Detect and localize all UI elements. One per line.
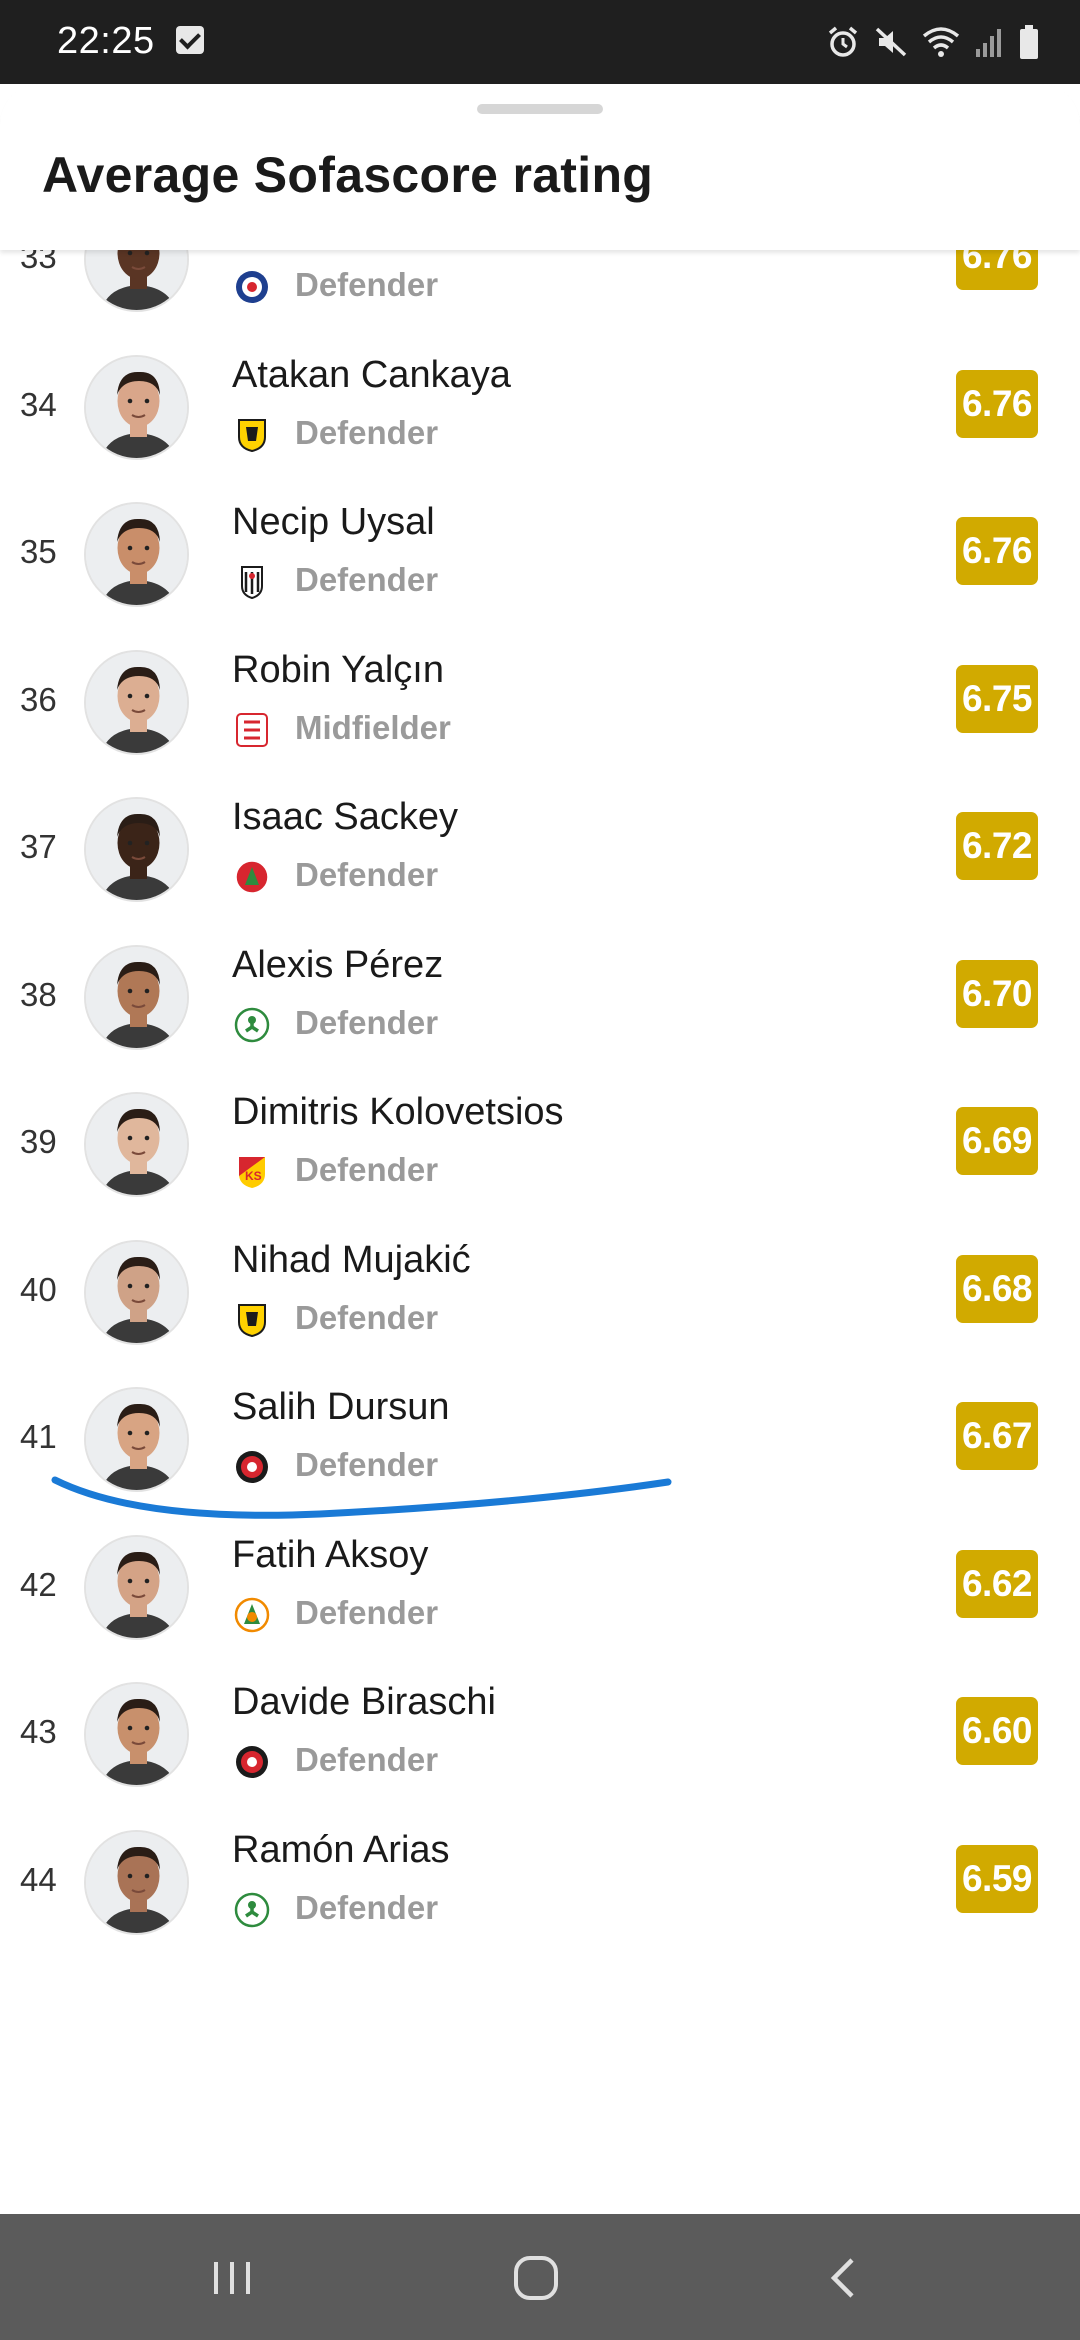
rating-badge: 6.68 bbox=[956, 1254, 1038, 1323]
rating-badge: 6.59 bbox=[956, 1844, 1038, 1913]
alarm-icon bbox=[828, 26, 858, 57]
player-position: Defender bbox=[295, 1151, 439, 1188]
besiktas-logo-icon bbox=[234, 564, 270, 600]
ankaragucu-logo-icon bbox=[234, 1302, 270, 1338]
player-position: Defender bbox=[295, 561, 439, 598]
home-icon[interactable] bbox=[506, 2250, 566, 2306]
drag-handle[interactable] bbox=[477, 104, 603, 114]
karagumruk-logo-icon bbox=[234, 1449, 270, 1485]
player-name: Salih Dursun bbox=[232, 1386, 450, 1428]
rating-badge: 6.72 bbox=[956, 812, 1038, 880]
player-name: Atakan Cankaya bbox=[232, 353, 511, 396]
player-position: Defender bbox=[295, 1741, 439, 1778]
giresunspor-logo-icon bbox=[234, 1007, 270, 1043]
player-position: Defender bbox=[295, 1446, 439, 1483]
rating-badge: 6.76 bbox=[956, 369, 1038, 438]
player-rank: 35 bbox=[20, 533, 57, 570]
rating-badge: 6.60 bbox=[956, 1697, 1038, 1765]
player-rank: 36 bbox=[20, 680, 57, 718]
player-rank: 34 bbox=[20, 385, 57, 423]
player-name: Isaac Sackey bbox=[232, 796, 458, 838]
player-rank: 41 bbox=[20, 1418, 57, 1455]
player-rank: 42 bbox=[20, 1565, 57, 1603]
player-position: Defender bbox=[295, 413, 439, 451]
player-name: Alexis Pérez bbox=[232, 943, 444, 986]
battery-icon bbox=[1020, 25, 1038, 59]
player-name: Robin Yalçın bbox=[232, 648, 444, 691]
kasimpasa-logo-icon bbox=[234, 269, 270, 305]
player-rank: 44 bbox=[20, 1860, 57, 1898]
giresunspor-logo-icon bbox=[234, 1892, 270, 1928]
rating-badge: 6.75 bbox=[956, 664, 1038, 733]
mute-icon bbox=[875, 27, 907, 57]
signal-icon bbox=[976, 29, 1001, 57]
player-position: Defender bbox=[295, 856, 439, 893]
player-rank: 40 bbox=[20, 1270, 57, 1308]
player-name: Davide Biraschi bbox=[232, 1681, 496, 1723]
karagumruk-logo-icon bbox=[234, 1744, 270, 1780]
player-row[interactable]: 41 Salih Dursun Defender 6.67 bbox=[0, 1366, 1080, 1513]
player-avatar bbox=[84, 502, 189, 607]
player-position: Defender bbox=[295, 266, 439, 303]
player-row[interactable]: 42 Fatih Aksoy Defender 6.62 bbox=[0, 1514, 1080, 1661]
player-name: Dimitris Kolovetsios bbox=[232, 1091, 564, 1133]
player-row[interactable]: 40 Nihad Mujakić Defender 6.68 bbox=[0, 1219, 1080, 1366]
player-row[interactable]: 38 Alexis Pérez Defender 6.70 bbox=[0, 924, 1080, 1071]
wifi-icon bbox=[922, 27, 960, 57]
player-avatar bbox=[84, 354, 189, 460]
kayserispor-logo-icon: KS bbox=[234, 1154, 270, 1190]
player-row[interactable]: 35 Necip Uysal Defender 6.76 bbox=[0, 481, 1080, 628]
sheet-header: Average Sofascore rating bbox=[0, 84, 1080, 250]
svg-text:KS: KS bbox=[245, 1169, 262, 1183]
player-name: Fatih Aksoy bbox=[232, 1533, 429, 1576]
ankaragucu-logo-icon bbox=[234, 417, 270, 453]
umraniyespor-logo-icon bbox=[234, 859, 270, 895]
player-avatar bbox=[84, 1682, 189, 1787]
player-row[interactable]: 37 Isaac Sackey Defender 6.72 bbox=[0, 776, 1080, 923]
status-bar: 22:25 bbox=[0, 0, 1080, 84]
rating-badge: 6.69 bbox=[956, 1107, 1038, 1175]
player-row[interactable]: 39 Dimitris Kolovetsios KS Defender 6.69 bbox=[0, 1071, 1080, 1218]
sivasspor-logo-icon bbox=[234, 712, 270, 748]
player-row[interactable]: 44 Ramón Arias Defender 6.59 bbox=[0, 1809, 1080, 1956]
rating-badge: 6.67 bbox=[956, 1402, 1038, 1470]
player-rank: 43 bbox=[20, 1713, 57, 1750]
back-icon[interactable] bbox=[814, 2250, 874, 2306]
player-position: Defender bbox=[295, 1593, 439, 1631]
player-position: Midfielder bbox=[295, 708, 451, 746]
navigation-bar bbox=[0, 2214, 1080, 2340]
player-row[interactable]: 34 Atakan Cankaya Defender 6.76 bbox=[0, 334, 1080, 481]
player-avatar bbox=[84, 649, 189, 755]
player-position: Defender bbox=[295, 1003, 439, 1041]
player-rank: 37 bbox=[20, 828, 57, 865]
rating-badge: 6.62 bbox=[956, 1549, 1038, 1618]
player-avatar bbox=[84, 1387, 189, 1492]
player-name: Nihad Mujakić bbox=[232, 1238, 471, 1281]
player-position: Defender bbox=[295, 1888, 439, 1926]
player-rank: 38 bbox=[20, 975, 57, 1013]
player-name: Ramón Arias bbox=[232, 1828, 450, 1871]
player-rank: 39 bbox=[20, 1123, 57, 1160]
player-row[interactable]: 43 Davide Biraschi Defender 6.60 bbox=[0, 1661, 1080, 1808]
status-time: 22:25 bbox=[57, 20, 155, 62]
player-name: Necip Uysal bbox=[232, 501, 435, 543]
status-icons bbox=[826, 24, 1040, 60]
player-avatar bbox=[84, 1534, 189, 1640]
bottom-sheet: 32Defender6.7833Ryan DonkDefender6.7634A… bbox=[0, 84, 1080, 2214]
rating-badge: 6.76 bbox=[956, 517, 1038, 585]
player-avatar bbox=[84, 1239, 189, 1345]
player-position: Defender bbox=[295, 1298, 439, 1336]
player-avatar bbox=[84, 797, 189, 902]
player-avatar bbox=[84, 1092, 189, 1197]
recents-icon[interactable] bbox=[202, 2250, 262, 2306]
player-avatar bbox=[84, 944, 189, 1050]
alanyaspor-logo-icon bbox=[234, 1597, 270, 1633]
sheet-title: Average Sofascore rating bbox=[42, 147, 654, 203]
rating-badge: 6.70 bbox=[956, 959, 1038, 1028]
player-avatar bbox=[84, 1829, 189, 1935]
player-row[interactable]: 36 Robin Yalçın Midfielder 6.75 bbox=[0, 629, 1080, 776]
checkbox-notification-icon bbox=[176, 26, 204, 54]
